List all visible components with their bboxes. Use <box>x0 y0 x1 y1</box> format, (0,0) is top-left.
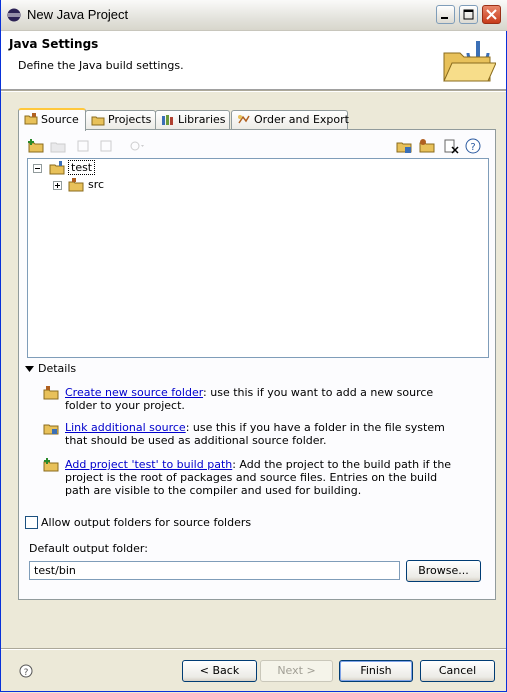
new-source-folder-icon <box>43 386 59 400</box>
tab-label: Source <box>41 113 79 126</box>
minimize-icon <box>441 17 448 19</box>
add-to-build-path-icon <box>43 458 59 472</box>
default-output-folder-input[interactable] <box>29 561 400 580</box>
page-title: Java Settings <box>9 37 99 51</box>
allow-output-folders-label: Allow output folders for source folders <box>41 516 252 529</box>
window-title: New Java Project <box>27 7 129 22</box>
java-project-wizard-icon <box>443 41 496 82</box>
maximize-icon <box>463 9 474 20</box>
close-icon <box>486 9 497 20</box>
footer-separator <box>1 648 506 650</box>
tab-label: Order and Export <box>254 113 349 126</box>
next-button[interactable]: Next > <box>260 660 333 682</box>
source-folder-tree[interactable]: test src <box>27 158 489 358</box>
tree-node-root[interactable]: test <box>68 160 96 175</box>
collapse-toggle[interactable] <box>33 164 42 173</box>
package-folder-icon <box>68 178 84 192</box>
minimize-button[interactable] <box>436 5 455 24</box>
link-source-icon[interactable] <box>419 138 435 154</box>
tab-libraries[interactable]: Libraries <box>155 110 230 129</box>
tab-source[interactable]: Source <box>18 108 86 131</box>
libraries-icon <box>162 115 173 125</box>
maximize-button[interactable] <box>459 5 478 24</box>
tab-label: Libraries <box>178 113 226 126</box>
dialog-window: New Java Project Java Settings Define th… <box>0 0 507 692</box>
collapse-triangle-icon <box>25 365 34 372</box>
page-description: Define the Java build settings. <box>18 59 184 72</box>
detail-add-project: Add project 'test' to build path: Add th… <box>43 458 463 497</box>
tab-order-and-export[interactable]: Order and Export <box>231 110 349 129</box>
add-folder-icon[interactable] <box>28 138 44 154</box>
detail-link-source: Link additional source: use this if you … <box>43 421 463 447</box>
finish-button[interactable]: Finish <box>339 660 413 682</box>
details-section-header[interactable]: Details <box>25 362 76 375</box>
wizard-header: Java Settings Define the Java build sett… <box>1 31 506 90</box>
header-separator <box>1 90 506 92</box>
dropdown-tool-icon[interactable] <box>129 138 145 154</box>
projects-icon <box>91 116 105 126</box>
add-project-to-build-path-link[interactable]: Add project 'test' to build path <box>65 458 232 471</box>
remove-folder-icon[interactable] <box>443 138 459 154</box>
default-output-folder-label: Default output folder: <box>29 542 148 555</box>
expand-toggle[interactable] <box>53 181 62 190</box>
title-bar[interactable]: New Java Project <box>1 0 507 31</box>
svg-text:?: ? <box>24 668 29 678</box>
source-folder-icon <box>24 113 38 125</box>
link-additional-source-link[interactable]: Link additional source <box>65 421 186 434</box>
tab-label: Projects <box>108 113 152 126</box>
source-tab-panel: ? test src Details Create new source fol… <box>18 129 496 600</box>
svg-text:?: ? <box>470 142 475 153</box>
details-label: Details <box>38 362 77 375</box>
create-source-folder-link[interactable]: Create new source folder <box>65 386 203 399</box>
order-export-icon <box>238 115 250 124</box>
back-button[interactable]: < Back <box>182 660 257 682</box>
new-source-folder-icon[interactable] <box>396 138 412 154</box>
detail-create-source: Create new source folder: use this if yo… <box>43 386 463 412</box>
tab-projects[interactable]: Projects <box>85 110 156 129</box>
cancel-button[interactable]: Cancel <box>420 660 495 682</box>
configure-exclusion-icon[interactable] <box>98 138 114 154</box>
configure-inclusion-icon[interactable] <box>76 138 92 154</box>
eclipse-icon <box>7 8 21 22</box>
allow-output-folders-checkbox[interactable] <box>25 516 38 529</box>
link-source-icon <box>43 424 59 435</box>
help-icon[interactable]: ? <box>19 664 33 678</box>
tree-node-src[interactable]: src <box>88 177 104 193</box>
link-folder-icon[interactable] <box>50 138 66 154</box>
java-project-icon <box>49 161 65 175</box>
browse-button[interactable]: Browse... <box>406 560 481 582</box>
close-button[interactable] <box>482 5 501 24</box>
help-icon[interactable]: ? <box>465 138 481 154</box>
